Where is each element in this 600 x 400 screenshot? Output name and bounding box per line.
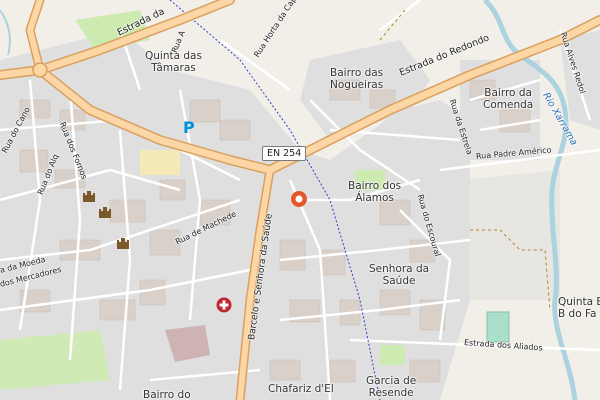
place-label-bairro-nogueiras: Bairro das Nogueiras [330,67,384,91]
map-canvas[interactable]: P EN 254 Quinta das Tâmaras Bairro das N… [0,0,600,400]
place-label-chafariz: Chafariz d'El [268,383,334,395]
place-label-bairro-do: Bairro do [143,389,191,400]
castle-icon[interactable] [82,189,96,203]
hospital-icon[interactable] [216,297,232,313]
place-label-quinta-bairro-fa: Quinta Ba B do Fa [558,296,600,320]
place-label-bairro-comenda: Bairro da Comenda [483,87,534,111]
castle-icon[interactable] [116,236,130,250]
place-label-senhora-saude: Senhora da Saúde [369,263,430,287]
castle-icon[interactable] [98,205,112,219]
svg-text:P: P [183,118,195,136]
parking-icon[interactable]: P [181,118,199,136]
place-label-quinta-tamaras: Quinta das Tâmaras [145,50,202,74]
place-label-garcia-resende: Garcia de Resende [366,375,417,399]
road-ref-shield: EN 254 [262,146,307,161]
place-label-bairro-alamos: Bairro dos Álamos [348,180,402,204]
location-pin-icon[interactable] [289,189,309,209]
